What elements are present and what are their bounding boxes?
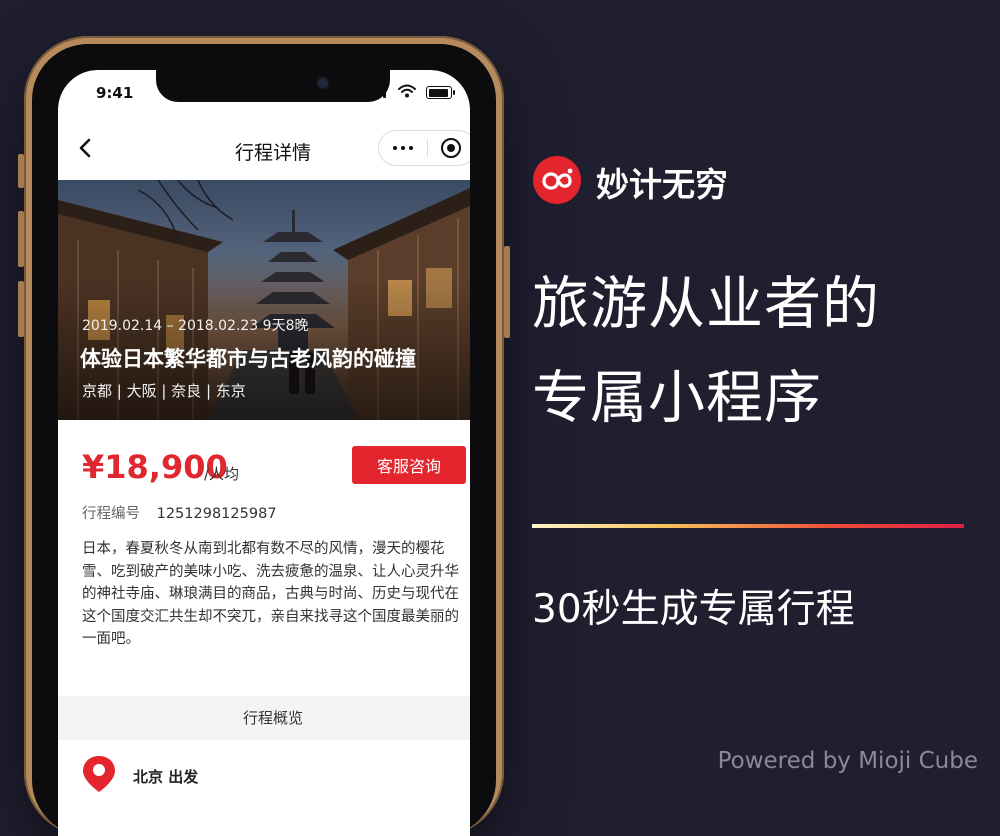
price-unit: /人均 [204, 465, 240, 483]
brand-name: 妙计无穷 [596, 165, 728, 204]
front-camera [318, 78, 328, 88]
phone-power-button [504, 246, 510, 338]
powered-by: Powered by Mioji Cube [717, 748, 978, 774]
trip-code-label: 行程编号 [82, 506, 140, 522]
trip-title: 体验日本繁华都市与古老风韵的碰撞 [80, 347, 416, 371]
close-miniprogram-icon[interactable] [427, 131, 470, 165]
trip-code: 行程编号 1251298125987 [82, 502, 277, 523]
gradient-divider [532, 524, 964, 528]
customer-service-button[interactable]: 客服咨询 [352, 446, 466, 484]
more-dots-icon[interactable] [379, 131, 427, 165]
phone-volume-up [18, 211, 24, 267]
phone-volume-down [18, 281, 24, 337]
wifi-icon [398, 84, 416, 98]
phone-bezel: 9:41 行程详情 2019.02.14 – 2018.02.23 9天8晚 体… [32, 44, 496, 836]
nav-bar: 行程详情 [58, 122, 470, 180]
headline-line-2: 专属小程序 [532, 365, 822, 431]
status-time: 9:41 [96, 84, 134, 102]
phone-notch [156, 70, 390, 102]
departure-city[interactable]: 北京 出发 [133, 766, 198, 787]
trip-cities: 京都 | 大阪 | 奈良 | 东京 [82, 382, 246, 400]
battery-icon [426, 86, 455, 99]
headline-line-1: 旅游从业者的 [532, 271, 880, 337]
trip-code-value: 1251298125987 [156, 506, 277, 522]
location-pin-icon [83, 756, 115, 792]
phone-mockup: 9:41 行程详情 2019.02.14 – 2018.02.23 9天8晚 体… [18, 36, 510, 836]
phone-screen: 9:41 行程详情 2019.02.14 – 2018.02.23 9天8晚 体… [58, 70, 470, 836]
itinerary-overview-tab[interactable]: 行程概览 [58, 696, 470, 740]
tagline: 30秒生成专属行程 [532, 587, 855, 632]
phone-mute-switch [18, 154, 24, 188]
hero-banner[interactable]: 2019.02.14 – 2018.02.23 9天8晚 体验日本繁华都市与古老… [58, 180, 470, 420]
trip-description: 日本，春夏秋冬从南到北都有数不尽的风情，漫天的樱花雪、吃到破产的美味小吃、洗去疲… [82, 541, 459, 647]
miniprogram-capsule [378, 130, 470, 166]
brand-logo-icon [533, 156, 581, 204]
trip-dates: 2019.02.14 – 2018.02.23 9天8晚 [82, 318, 309, 334]
